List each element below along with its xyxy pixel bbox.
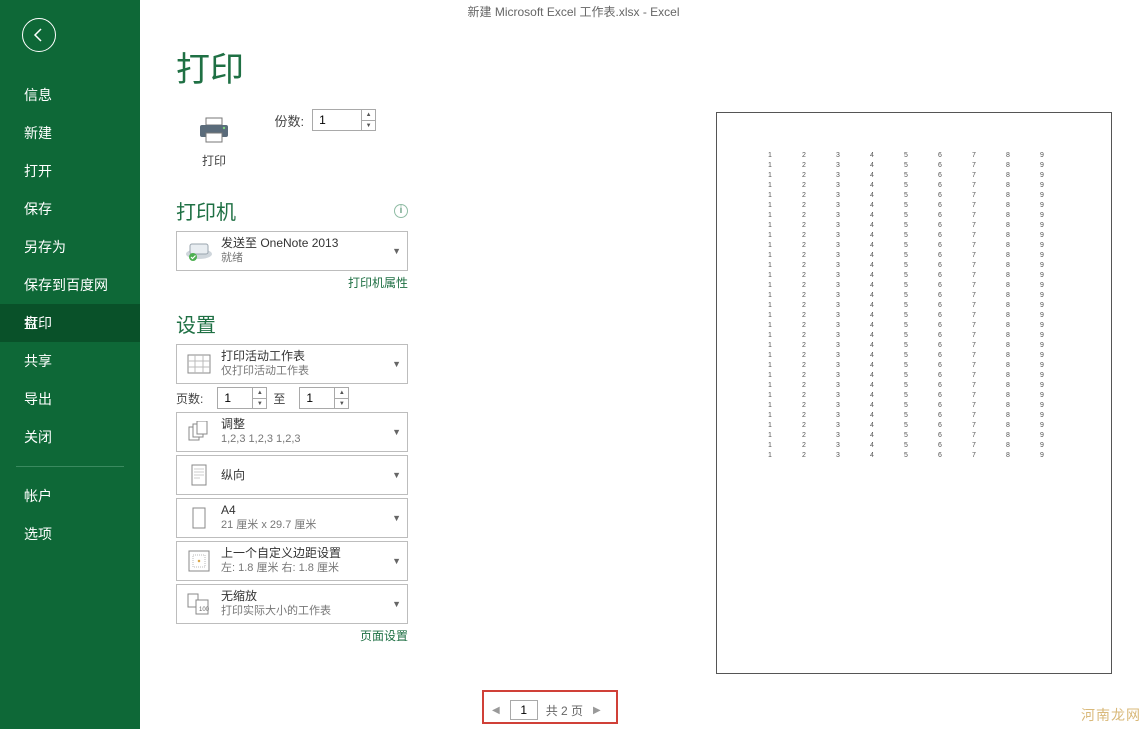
chevron-down-icon: ▼ <box>392 470 401 480</box>
sidebar-item-4[interactable]: 另存为 <box>0 228 140 266</box>
sidebar-item-6[interactable]: 打印 <box>0 304 140 342</box>
sidebar-item-5[interactable]: 保存到百度网盘 <box>0 266 140 304</box>
backstage-sidebar: 信息新建打开保存另存为保存到百度网盘打印共享导出关闭 帐户 选项 <box>0 0 140 729</box>
svg-text:100: 100 <box>199 607 210 613</box>
print-button-label: 打印 <box>195 152 233 169</box>
pages-from-spinbox[interactable]: ▲▼ <box>217 387 267 409</box>
print-button[interactable]: 打印 <box>176 105 252 178</box>
printer-heading: 打印机 i <box>176 196 408 225</box>
paper-size-select[interactable]: A421 厘米 x 29.7 厘米 ▼ <box>176 498 408 538</box>
chevron-down-icon: ▼ <box>392 556 401 566</box>
sidebar-item-2[interactable]: 打开 <box>0 152 140 190</box>
back-button[interactable] <box>22 18 56 52</box>
page-range-row: 页数: ▲▼ 至 ▲▼ <box>176 387 408 409</box>
total-pages-label: 共 2 页 <box>546 702 583 719</box>
print-preview: 1234567891234567891234567891234567891234… <box>716 112 1112 674</box>
printer-icon <box>195 114 233 146</box>
print-what-select[interactable]: 打印活动工作表仅打印活动工作表 ▼ <box>176 344 408 384</box>
prev-page-button[interactable]: ◀ <box>490 703 502 718</box>
printer-status: 就绪 <box>221 251 401 266</box>
pages-to-label: 至 <box>273 390 285 407</box>
margins-select[interactable]: 上一个自定义边距设置左: 1.8 厘米 右: 1.8 厘米 ▼ <box>176 541 408 581</box>
arrow-left-icon <box>31 27 47 43</box>
sidebar-item-account[interactable]: 帐户 <box>0 477 140 515</box>
margins-icon <box>183 547 215 575</box>
printer-properties-link[interactable]: 打印机属性 <box>348 276 408 290</box>
sidebar-item-options[interactable]: 选项 <box>0 515 140 553</box>
collate-icon <box>183 418 215 446</box>
collate-select[interactable]: 调整1,2,3 1,2,3 1,2,3 ▼ <box>176 412 408 452</box>
scale-icon: 100 <box>183 590 215 618</box>
info-icon[interactable]: i <box>394 204 408 218</box>
sidebar-item-7[interactable]: 共享 <box>0 342 140 380</box>
printer-device-icon <box>183 237 215 265</box>
watermark: 河南龙网 <box>1081 705 1141 725</box>
sidebar-item-9[interactable]: 关闭 <box>0 418 140 456</box>
printer-name: 发送至 OneNote 2013 <box>221 236 401 251</box>
pages-to-input[interactable] <box>300 388 334 408</box>
sidebar-item-3[interactable]: 保存 <box>0 190 140 228</box>
page-setup-link[interactable]: 页面设置 <box>360 629 408 643</box>
copies-label: 份数: <box>274 111 304 130</box>
copies-row: 份数: ▲▼ <box>274 109 376 131</box>
pages-from-input[interactable] <box>218 388 252 408</box>
copies-spinbox[interactable]: ▲▼ <box>312 109 376 131</box>
spin-down-icon[interactable]: ▼ <box>362 121 375 131</box>
chevron-down-icon: ▼ <box>392 427 401 437</box>
page-navigator: ◀ 共 2 页 ▶ <box>490 700 603 720</box>
current-page-input[interactable] <box>510 700 538 720</box>
scaling-select[interactable]: 100 无缩放打印实际大小的工作表 ▼ <box>176 584 408 624</box>
copies-input[interactable] <box>313 110 361 130</box>
sheet-icon <box>183 350 215 378</box>
chevron-down-icon: ▼ <box>392 513 401 523</box>
printer-select[interactable]: 发送至 OneNote 2013 就绪 ▼ <box>176 231 408 271</box>
portrait-icon <box>183 461 215 489</box>
next-page-button[interactable]: ▶ <box>591 703 603 718</box>
orientation-select[interactable]: 纵向 ▼ <box>176 455 408 495</box>
sidebar-separator <box>16 466 124 467</box>
pages-to-spinbox[interactable]: ▲▼ <box>299 387 349 409</box>
spin-up-icon[interactable]: ▲ <box>362 110 375 121</box>
page-icon <box>183 504 215 532</box>
chevron-down-icon: ▼ <box>392 599 401 609</box>
page-title: 打印 <box>176 42 1147 91</box>
window-title: 新建 Microsoft Excel 工作表.xlsx - Excel <box>0 0 1147 24</box>
preview-content: 1234567891234567891234567891234567891234… <box>753 151 1075 461</box>
sidebar-item-8[interactable]: 导出 <box>0 380 140 418</box>
pages-label: 页数: <box>176 390 203 407</box>
chevron-down-icon: ▼ <box>392 246 401 256</box>
sidebar-item-1[interactable]: 新建 <box>0 114 140 152</box>
chevron-down-icon: ▼ <box>392 359 401 369</box>
sidebar-item-0[interactable]: 信息 <box>0 76 140 114</box>
